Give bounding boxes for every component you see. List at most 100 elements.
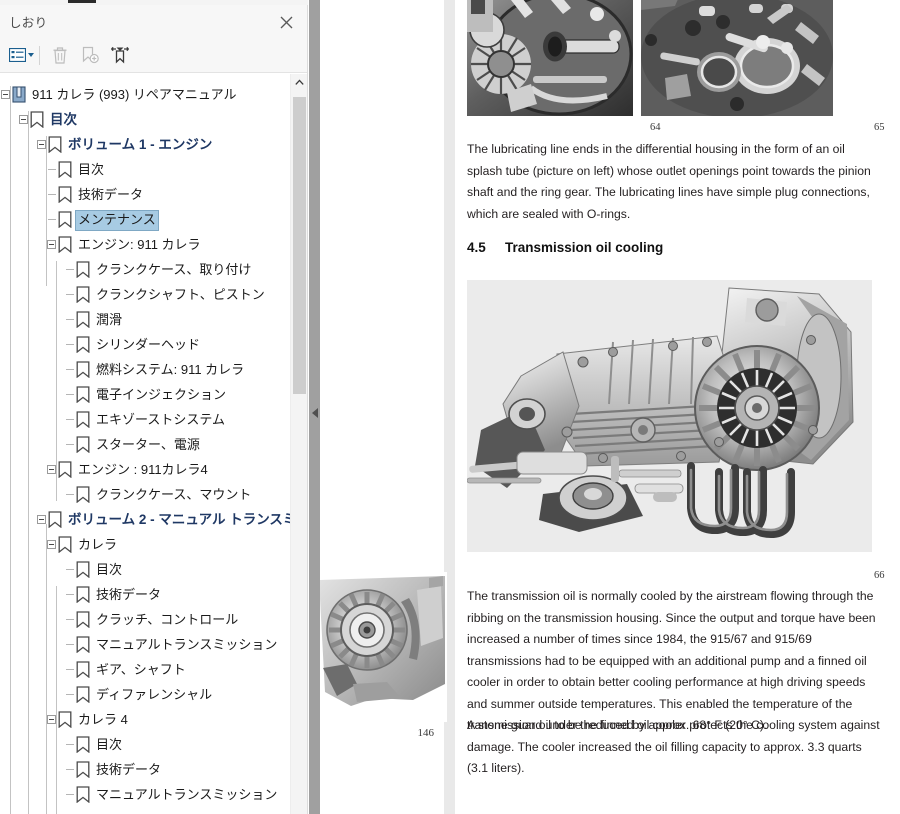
bookmark-icon xyxy=(58,461,72,478)
tree-item[interactable]: ボリューム 1 - エンジン xyxy=(0,132,307,157)
tree-item[interactable]: エンジン : 911カレラ4 xyxy=(0,457,307,482)
scrollbar-thumb[interactable] xyxy=(293,97,306,394)
toolbar-separator xyxy=(39,45,40,65)
tree-item-label: エンジン : 911カレラ4 xyxy=(78,462,208,477)
bookmarks-sidebar: しおり 911 カレラ (993) リペアマニュアル 目次 ボリューム 1 - … xyxy=(0,5,308,814)
tree-item-label: 目次 xyxy=(96,737,123,752)
bookmark-icon xyxy=(76,736,90,753)
new-bookmark-button[interactable] xyxy=(75,42,105,69)
tree-item[interactable]: カレラ 4 xyxy=(0,707,307,732)
tree-item-label: 電子インジェクション xyxy=(96,387,227,402)
tree-item-label: マニュアルトランスミッション xyxy=(96,787,278,802)
collapse-toggle[interactable] xyxy=(19,115,28,124)
tree-item[interactable]: 技術データ xyxy=(0,182,307,207)
close-icon[interactable] xyxy=(275,11,297,33)
tree-item[interactable]: 技術データ xyxy=(0,582,307,607)
tree-item[interactable]: 911 カレラ (993) リペアマニュアル xyxy=(0,82,307,107)
tree-item[interactable]: クランクシャフト、ピストン xyxy=(0,282,307,307)
transmission-fan-housing-photo xyxy=(320,572,447,722)
bookmark-icon xyxy=(76,486,90,503)
tree-item-label: ボリューム 1 - エンジン xyxy=(68,137,213,152)
tree-item-label: マニュアルトランスミッション xyxy=(96,637,278,652)
tree-item[interactable]: エンジン: 911 カレラ xyxy=(0,232,307,257)
tree-connector xyxy=(66,494,74,495)
tree-item[interactable]: 目次 xyxy=(0,557,307,582)
tree-connector xyxy=(66,269,74,270)
chevron-down-icon[interactable] xyxy=(27,53,34,57)
tree-item-label: エンジン: 911 カレラ xyxy=(78,237,201,252)
collapse-toggle[interactable] xyxy=(47,240,56,249)
tree-item[interactable]: シリンダーヘッド xyxy=(0,332,307,357)
tree-item[interactable]: エキゾーストシステム xyxy=(0,407,307,432)
tree-item[interactable]: ボリューム 2 - マニュアル トランスミッション xyxy=(0,507,307,532)
bookmark-icon xyxy=(76,686,90,703)
collapse-toggle[interactable] xyxy=(37,140,46,149)
tree-item[interactable]: クラッチ、コントロール xyxy=(0,607,307,632)
tree-connector xyxy=(66,369,74,370)
bookmarks-tree[interactable]: 911 カレラ (993) リペアマニュアル 目次 ボリューム 1 - エンジン 目次… xyxy=(0,74,307,814)
tree-item-label: メンテナンス xyxy=(75,210,159,231)
tree-connector xyxy=(48,219,56,220)
tree-item-label: エキゾーストシステム xyxy=(96,412,225,427)
delete-bookmark-button[interactable] xyxy=(45,42,75,69)
document-icon xyxy=(12,86,26,103)
collapse-toggle[interactable] xyxy=(1,90,10,99)
triangle-left-icon[interactable] xyxy=(311,408,318,418)
tree-connector xyxy=(66,394,74,395)
gearbox-internals-photo xyxy=(467,0,633,116)
collapse-toggle[interactable] xyxy=(47,465,56,474)
bookmark-icon xyxy=(76,361,90,378)
tree-item-selected[interactable]: メンテナンス xyxy=(0,207,307,232)
tree-item[interactable]: 目次 xyxy=(0,157,307,182)
tree-item-label: 潤滑 xyxy=(96,312,123,327)
tree-item[interactable]: 燃料システム: 911 カレラ xyxy=(0,357,307,382)
tree-item[interactable]: マニュアルトランスミッション xyxy=(0,782,307,807)
collapse-toggle[interactable] xyxy=(47,540,56,549)
bookmark-icon xyxy=(58,711,72,728)
tree-item[interactable]: 目次 xyxy=(0,107,307,132)
tree-item[interactable]: 目次 xyxy=(0,732,307,757)
tree-item-label: 技術データ xyxy=(78,187,144,202)
bookmark-icon xyxy=(76,761,90,778)
bookmark-icon xyxy=(30,111,44,128)
tree-item[interactable]: ギア、シャフト xyxy=(0,657,307,682)
tree-item[interactable]: 電子インジェクション xyxy=(0,382,307,407)
tree-item-label: 技術データ xyxy=(96,762,162,777)
sidebar-scrollbar[interactable] xyxy=(290,74,307,814)
tree-item[interactable]: スターター、電源 xyxy=(0,432,307,457)
tree-item[interactable]: マニュアルトランスミッション xyxy=(0,632,307,657)
chevron-up-icon[interactable] xyxy=(291,74,308,91)
tree-item[interactable]: ディファレンシャル xyxy=(0,682,307,707)
tree-connector xyxy=(48,194,56,195)
collapse-toggle[interactable] xyxy=(37,515,46,524)
active-tab-indicator[interactable] xyxy=(68,0,96,3)
document-viewer[interactable]: 146 64 65 The lubricating line ends in t… xyxy=(320,0,900,814)
bookmark-icon xyxy=(58,236,72,253)
paragraph-lubricating-line: The lubricating line ends in the differe… xyxy=(467,142,871,221)
housing-bores-photo xyxy=(641,0,833,116)
tree-item-label: 技術データ xyxy=(96,587,162,602)
paragraph-transmission-oil-cooling: The transmission oil is normally cooled … xyxy=(467,589,876,732)
bookmark-icon xyxy=(76,636,90,653)
bookmark-icon xyxy=(76,286,90,303)
tree-item[interactable]: カレラ xyxy=(0,532,307,557)
tree-connector xyxy=(66,594,74,595)
tree-item[interactable]: クランクケース、マウント xyxy=(0,482,307,507)
bookmark-icon xyxy=(76,661,90,678)
bookmark-icon xyxy=(76,561,90,578)
tree-item[interactable]: 技術データ xyxy=(0,757,307,782)
figure-caption-64: 64 xyxy=(650,122,661,133)
tree-connector xyxy=(66,294,74,295)
bookmark-options-button[interactable] xyxy=(6,42,36,69)
tree-item-label: スターター、電源 xyxy=(96,437,200,452)
collapse-toggle[interactable] xyxy=(47,715,56,724)
expand-bookmark-icon[interactable] xyxy=(105,42,135,69)
tree-item[interactable]: クランクケース、取り付け xyxy=(0,257,307,282)
tree-item-label: 燃料システム: 911 カレラ xyxy=(96,362,245,377)
bookmark-icon xyxy=(76,336,90,353)
tree-item-label: クランクケース、マウント xyxy=(96,487,252,502)
tree-item[interactable]: 潤滑 xyxy=(0,307,307,332)
tree-connector xyxy=(66,794,74,795)
tree-item-label: カレラ xyxy=(78,537,118,552)
sidebar-splitter[interactable] xyxy=(309,0,320,814)
